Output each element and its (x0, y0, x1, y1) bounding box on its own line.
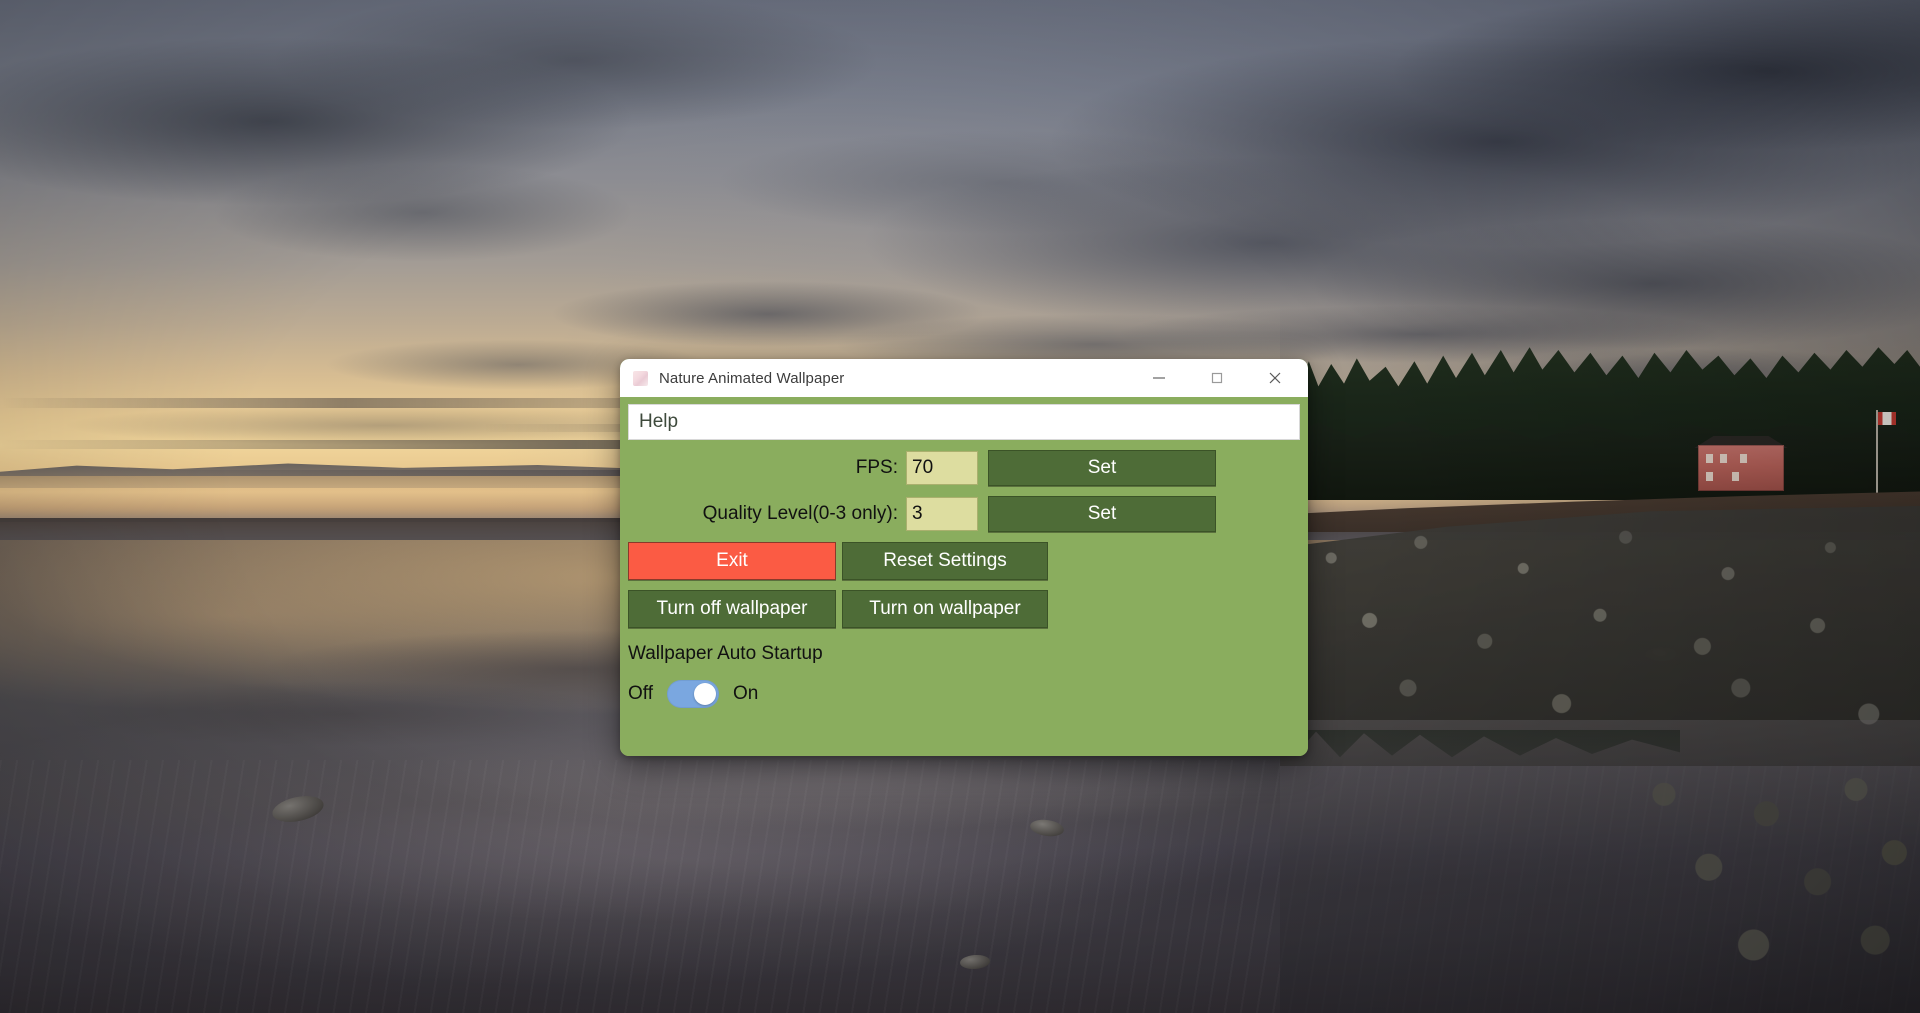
maximize-icon (1210, 371, 1224, 385)
close-button[interactable] (1246, 359, 1304, 397)
fps-label: FPS: (855, 457, 898, 478)
toggle-off-label: Off (628, 683, 653, 704)
toggle-knob (694, 683, 716, 705)
help-bar[interactable]: Help (628, 404, 1300, 440)
quality-input[interactable] (906, 497, 978, 531)
fps-row: FPS: Set (628, 450, 1300, 486)
autostart-toggle-switch[interactable] (667, 680, 719, 708)
desktop-wallpaper: Nature Animated Wallpaper Help FPS: 70 S… (0, 0, 1920, 1013)
window-body: Help FPS: Set Quality Level(0-3 only): S… (620, 397, 1308, 756)
wallpaper-action-row: Turn off wallpaper Turn on wallpaper (628, 590, 1300, 628)
maximize-button[interactable] (1188, 359, 1246, 397)
autostart-toggle-row: Off On (628, 680, 1300, 708)
minimize-icon (1152, 371, 1166, 385)
app-icon (633, 370, 648, 386)
close-icon (1268, 371, 1282, 385)
help-label: Help (639, 411, 679, 432)
minimize-button[interactable] (1130, 359, 1188, 397)
fps-input[interactable] (906, 451, 978, 485)
autostart-section-label: Wallpaper Auto Startup (628, 643, 823, 664)
fps-set-button[interactable]: Set (988, 450, 1216, 486)
quality-set-button[interactable]: Set (988, 496, 1216, 532)
turn-on-wallpaper-button[interactable]: Turn on wallpaper (842, 590, 1048, 628)
turn-off-wallpaper-button[interactable]: Turn off wallpaper (628, 590, 836, 628)
window-titlebar[interactable]: Nature Animated Wallpaper (620, 359, 1308, 397)
reset-settings-button[interactable]: Reset Settings (842, 542, 1048, 580)
nature-animated-wallpaper-window[interactable]: Nature Animated Wallpaper Help FPS: 70 S… (620, 359, 1308, 756)
primary-action-row: Exit Reset Settings (628, 542, 1300, 580)
toggle-on-label: On (733, 683, 759, 704)
quality-label: Quality Level(0-3 only): (702, 503, 898, 524)
window-title: Nature Animated Wallpaper (659, 369, 845, 387)
exit-button[interactable]: Exit (628, 542, 836, 580)
quality-row: Quality Level(0-3 only): Set (628, 496, 1300, 532)
